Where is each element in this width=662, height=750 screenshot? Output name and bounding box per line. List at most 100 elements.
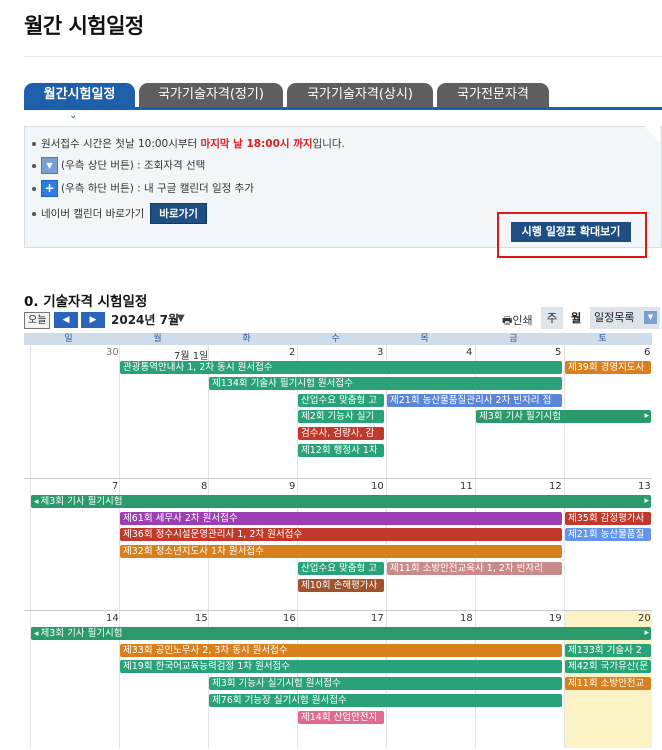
print-button[interactable]: 🖶인쇄 [502,312,533,331]
weekday-thu: 목 [420,334,429,344]
tab-national-technical-regular[interactable]: 국가기술자격(정기) [139,83,283,107]
day-number[interactable]: 7 [112,481,118,492]
notice-naver-text: 네이버 캘린더 바로가기 [41,208,145,220]
day-number[interactable]: 30 [106,347,119,358]
tab-underline [24,107,662,110]
calendar-week: 30 7월 1일 2 3 4 5 6 관광통역안내사 1, 2차 동시 원서접수… [24,345,652,479]
day-number[interactable]: 3 [377,347,383,358]
page-fold-icon [644,126,660,142]
calendar-event[interactable]: 제42회 국가유산(문 [565,660,651,673]
caret-down-icon[interactable]: ▼ [177,313,185,324]
calendar-event[interactable]: 제35회 감정평가사 [565,512,651,525]
bullet-icon [32,186,36,191]
day-number[interactable]: 5 [555,347,561,358]
calendar-event[interactable]: 제36회 정수시설운영관리사 1, 2차 원서접수 [120,528,562,541]
dropdown-icon: ▼ [41,157,58,174]
chevron-down-icon: ⌄ [69,110,78,121]
section-title: 0. 기술자격 시험일정 [24,294,148,310]
day-number[interactable]: 17 [371,613,384,624]
day-number[interactable]: 7월 1일 [174,347,208,362]
view-week-tab[interactable]: 주 [541,307,563,329]
calendar-week: 7 8 9 10 11 12 13 제3회 기사 필기시험 제61회 세무사 2… [24,479,652,611]
next-month-button[interactable]: ▶ [81,312,105,328]
day-number[interactable]: 8 [201,481,207,492]
notice-text-end: 입니다. [312,138,345,150]
weekday-sat: 토 [598,334,607,344]
view-month-tab[interactable]: 월 [565,307,587,329]
calendar-event[interactable]: 산업수요 맞춤형 고 [298,394,384,407]
agenda-label: 일정목록 [594,311,635,324]
calendar-week: 14 15 16 17 18 19 20 제3회 기사 필기시험 제33회 공인… [24,611,652,748]
day-number[interactable]: 6 [644,347,650,358]
calendar-event[interactable]: 제61회 세무사 2차 원서접수 [120,512,562,525]
calendar-event[interactable]: 제11회 소방안전교 [565,677,651,690]
day-cell [30,345,31,478]
weekday-tue: 화 [242,334,251,344]
day-number[interactable]: 13 [638,481,651,492]
weekday-wed: 수 [331,334,340,344]
tab-monthly-schedule[interactable]: 월간시험일정 [24,83,135,107]
day-number[interactable]: 12 [549,481,562,492]
day-number[interactable]: 11 [460,481,473,492]
weekday-header: 일 월 화 수 목 금 토 [24,333,652,345]
calendar-event[interactable]: 제3회 기사 필기시험 [31,627,651,640]
weekday-fri: 금 [509,334,518,344]
day-number[interactable]: 18 [460,613,473,624]
tab-national-professional[interactable]: 국가전문자격 [437,83,549,107]
event-label: 제3회 기사 필기시험 [40,496,123,507]
printer-icon: 🖶 [502,314,513,327]
calendar-event[interactable]: 제21회 농산물품질관리사 2차 빈자리 접 [387,394,562,407]
chevron-down-icon[interactable]: ▼ [644,311,657,324]
weekday-sun: 일 [64,334,73,344]
notice-text: 원서접수 시간은 첫날 10:00시부터 [41,138,201,150]
day-number[interactable]: 20 [638,613,651,624]
day-number[interactable]: 19 [549,613,562,624]
page-title: 월간 시험일정 [24,14,144,38]
notice-line-select: ▼ (우측 상단 버튼) : 조회자격 선택 [32,157,205,174]
calendar-event[interactable]: 제2회 기능사 실기 [298,410,384,423]
calendar-event[interactable]: 제76회 기능장 실기시험 원서접수 [209,694,562,707]
notice-line-google: + (우측 하단 버튼) : 내 구글 캘린더 일정 추가 [32,180,254,197]
notice-google-text: (우측 하단 버튼) : 내 구글 캘린더 일정 추가 [61,182,254,195]
calendar-month-label: 2024년 7월 [111,313,180,327]
day-number[interactable]: 2 [289,347,295,358]
calendar-event[interactable]: 관광통역안내사 1, 2차 동시 원서접수 [120,361,562,374]
tab-national-technical-continuous[interactable]: 국가기술자격(상시) [287,83,433,107]
calendar-event[interactable]: 제3회 기사 필기시험 [31,495,651,508]
calendar-event[interactable]: 제133회 기술사 2 [565,644,651,657]
calendar-event[interactable]: 제21회 농산물품질 [565,528,651,541]
calendar-event[interactable]: 제134회 기술사 필기시험 원서접수 [209,377,562,390]
calendar-event[interactable]: 제10회 손해평가사 [298,579,384,592]
today-button[interactable]: 오늘 [24,312,51,329]
calendar-event[interactable]: 제33회 공인노무사 2, 3차 동시 원서접수 [120,644,562,657]
calendar-event[interactable]: 제11회 소방안전교육사 1, 2차 빈자리 [387,562,562,575]
notice-line-time: 원서접수 시간은 첫날 10:00시부터 마지막 날 18:00시 까지입니다. [32,136,345,151]
day-number[interactable]: 16 [283,613,296,624]
day-number[interactable]: 14 [106,613,119,624]
calendar-event[interactable]: 제19회 한국어교육능력검정 1차 원서접수 [120,660,562,673]
naver-calendar-button[interactable]: 바로가기 [150,203,207,224]
day-number[interactable]: 4 [466,347,472,358]
day-number[interactable]: 9 [289,481,295,492]
notice-select-text: (우측 상단 버튼) : 조회자격 선택 [61,159,206,172]
notice-deadline: 마지막 날 18:00시 까지 [200,138,313,150]
title-divider [24,56,662,57]
day-number[interactable]: 10 [371,481,384,492]
calendar-event[interactable]: 검수사, 검량사, 감 [298,427,384,440]
weekday-mon: 월 [153,334,162,344]
view-agenda-tab[interactable]: 일정목록 ▼ [590,307,660,329]
calendar-event[interactable]: 산업수요 맞춤형 고 [298,562,384,575]
notice-line-naver: 네이버 캘린더 바로가기 바로가기 [32,203,207,224]
calendar-event[interactable]: 제12회 행정사 1차 [298,444,384,457]
day-number[interactable]: 15 [195,613,208,624]
calendar-event[interactable]: 제3회 기능사 실기시험 원서접수 [209,677,562,690]
expand-schedule-button[interactable]: 시행 일정표 확대보기 [511,222,631,242]
prev-month-button[interactable]: ◀ [54,312,78,328]
event-label: 제3회 기사 필기시험 [40,628,123,639]
calendar-event[interactable]: 제14회 산업안전지 [298,711,384,724]
calendar-event[interactable]: 제32회 청소년지도사 1차 원서접수 [120,545,562,558]
bullet-icon [32,142,36,146]
calendar-event[interactable]: 제39회 경영지도사 [565,361,651,374]
print-label: 인쇄 [512,314,533,327]
calendar-event[interactable]: 제3회 기사 필기시험 [476,410,651,423]
